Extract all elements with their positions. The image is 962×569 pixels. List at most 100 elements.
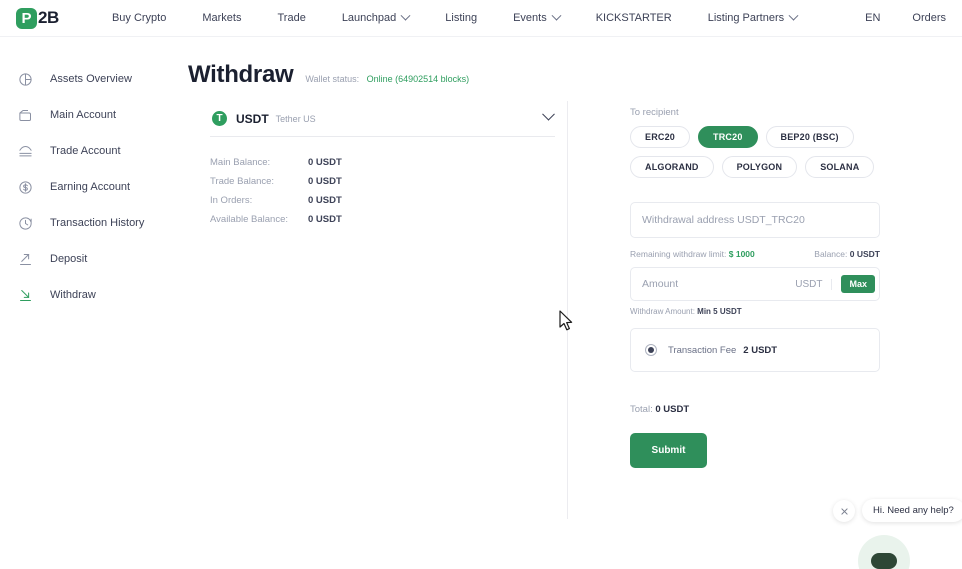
- nav-right-links: EN Orders Wallet: [833, 11, 962, 26]
- sidebar-item-withdraw[interactable]: Withdraw: [0, 277, 180, 313]
- balance-row: In Orders: 0 USDT: [210, 195, 567, 206]
- wallet-status: Wallet status: Online (64902514 blocks): [305, 74, 469, 84]
- dollar-circle-icon: [14, 176, 36, 198]
- nav-label: Listing: [445, 12, 478, 24]
- total-value: 0 USDT: [655, 404, 690, 415]
- nav-label: Buy Crypto: [111, 12, 167, 24]
- balance-row: Main Balance: 0 USDT: [210, 157, 567, 168]
- nav-item-buy-crypto[interactable]: Buy Crypto: [112, 12, 166, 24]
- brand-logo[interactable]: P 2B: [16, 7, 59, 29]
- sidebar-item-transaction-history[interactable]: Transaction History: [0, 205, 180, 241]
- nav-item-trade[interactable]: Trade: [277, 12, 305, 24]
- network-chip-group: ERC20 TRC20 BEP20 (BSC) ALGORAND POLYGON…: [630, 126, 890, 178]
- amount-field[interactable]: Amount USDT Max: [630, 267, 880, 301]
- pie-chart-icon: [14, 68, 36, 90]
- withdraw-form: To recipient ERC20 TRC20 BEP20 (BSC) ALG…: [630, 107, 930, 468]
- close-icon: [840, 507, 848, 515]
- sidebar-item-trade-account[interactable]: Trade Account: [0, 133, 180, 169]
- fee-label: Transaction Fee: [668, 344, 737, 356]
- nav-label: Launchpad: [341, 12, 397, 24]
- usdt-coin-icon: T: [212, 111, 227, 126]
- nav-label: Orders: [912, 12, 947, 24]
- nav-item-listing[interactable]: Listing: [445, 12, 477, 24]
- network-chip-label: SOLANA: [820, 162, 860, 172]
- nav-label: EN: [865, 12, 881, 24]
- nav-item-language[interactable]: EN: [865, 12, 880, 24]
- sidebar-item-label: Transaction History: [50, 217, 145, 229]
- max-button[interactable]: Max: [841, 275, 875, 293]
- trade-chart-icon: [14, 140, 36, 162]
- network-chip-solana[interactable]: SOLANA: [805, 156, 875, 178]
- nav-label: Listing Partners: [707, 12, 785, 24]
- remaining-limit-value: $ 1000: [728, 249, 755, 259]
- network-chip-trc20[interactable]: TRC20: [698, 126, 758, 148]
- fee-value: 2 USDT: [743, 344, 778, 356]
- currency-symbol: USDT: [236, 111, 269, 126]
- chevron-down-icon: [400, 10, 411, 21]
- network-chip-polygon[interactable]: POLYGON: [721, 156, 798, 178]
- network-chip-algorand[interactable]: ALGORAND: [630, 156, 714, 178]
- chat-greeting-bubble[interactable]: Hi. Need any help?: [862, 499, 962, 522]
- balance-label: In Orders:: [210, 195, 253, 206]
- sidebar-item-main-account[interactable]: Main Account: [0, 97, 180, 133]
- nav-label: Markets: [202, 12, 242, 24]
- nav-label: KICKSTARTER: [595, 12, 672, 24]
- wallet-status-value: Online (64902514 blocks): [366, 74, 470, 84]
- network-chip-label: ERC20: [645, 132, 676, 142]
- remaining-limit: Remaining withdraw limit: $ 1000: [630, 249, 755, 259]
- balance-label: Available Balance:: [210, 214, 288, 225]
- balance-label: Main Balance:: [210, 157, 271, 168]
- network-chip-label: POLYGON: [736, 162, 783, 172]
- nav-item-launchpad[interactable]: Launchpad: [341, 10, 411, 24]
- network-chip-label: ALGORAND: [645, 162, 699, 172]
- page-title: Withdraw: [188, 61, 294, 88]
- sidebar-item-label: Earning Account: [50, 181, 131, 193]
- balance-inline-value: 0 USDT: [849, 249, 880, 259]
- min-amount-note: Withdraw Amount: Min 5 USDT: [630, 307, 880, 316]
- amount-unit: USDT: [795, 278, 833, 290]
- balance-row: Trade Balance: 0 USDT: [210, 176, 567, 187]
- sidebar-item-assets-overview[interactable]: Assets Overview: [0, 61, 180, 97]
- total-row: Total: 0 USDT: [630, 404, 930, 415]
- recipient-label: To recipient: [630, 107, 679, 118]
- transaction-fee-option[interactable]: Transaction Fee 2 USDT: [630, 328, 880, 372]
- nav-item-events[interactable]: Events: [513, 10, 562, 24]
- total-label: Total:: [630, 404, 653, 415]
- nav-label: Trade: [277, 12, 306, 24]
- fee-radio-button[interactable]: [645, 344, 657, 356]
- chat-close-button[interactable]: [833, 500, 855, 522]
- amount-placeholder: Amount: [642, 278, 679, 290]
- network-chip-erc20[interactable]: ERC20: [630, 126, 691, 148]
- chevron-down-icon: [551, 10, 562, 21]
- sidebar-item-label: Assets Overview: [50, 73, 132, 85]
- balance-row: Available Balance: 0 USDT: [210, 214, 567, 225]
- column-divider: [567, 101, 568, 519]
- page-header: Withdraw Wallet status: Online (64902514…: [180, 37, 962, 89]
- chevron-down-icon[interactable]: [542, 107, 555, 121]
- sidebar-item-label: Deposit: [50, 253, 88, 265]
- submit-button[interactable]: Submit: [630, 433, 707, 468]
- sidebar-item-deposit[interactable]: Deposit: [0, 241, 180, 277]
- network-chip-label: BEP20 (BSC): [780, 132, 839, 142]
- balance-inline-label: Balance:: [814, 249, 848, 259]
- balance-inline: Balance: 0 USDT: [814, 249, 880, 259]
- balance-value: 0 USDT: [308, 214, 342, 225]
- network-chip-label: TRC20: [713, 132, 743, 142]
- withdrawal-address-placeholder: Withdrawal address USDT_TRC20: [642, 214, 805, 226]
- currency-select[interactable]: T USDT Tether US: [210, 107, 555, 137]
- nav-item-orders[interactable]: Orders: [912, 12, 946, 24]
- arrow-up-right-icon: [14, 248, 36, 270]
- limit-balance-row: Remaining withdraw limit: $ 1000 Balance…: [630, 249, 880, 259]
- sidebar-item-label: Trade Account: [50, 145, 121, 157]
- min-amount-label: Withdraw Amount:: [630, 307, 695, 316]
- balance-table: Main Balance: 0 USDT Trade Balance: 0 US…: [210, 157, 567, 225]
- nav-item-listing-partners[interactable]: Listing Partners: [707, 10, 799, 24]
- chevron-down-icon: [788, 10, 799, 21]
- nav-item-kickstarter[interactable]: KICKSTARTER: [596, 12, 672, 24]
- sidebar-item-earning-account[interactable]: Earning Account: [0, 169, 180, 205]
- withdrawal-address-field[interactable]: Withdrawal address USDT_TRC20: [630, 202, 880, 238]
- currency-name: Tether US: [275, 113, 316, 124]
- withdraw-page: P 2B Buy Crypto Markets Trade Launchpad …: [0, 0, 962, 569]
- nav-item-markets[interactable]: Markets: [202, 12, 241, 24]
- network-chip-bep20[interactable]: BEP20 (BSC): [765, 126, 854, 148]
